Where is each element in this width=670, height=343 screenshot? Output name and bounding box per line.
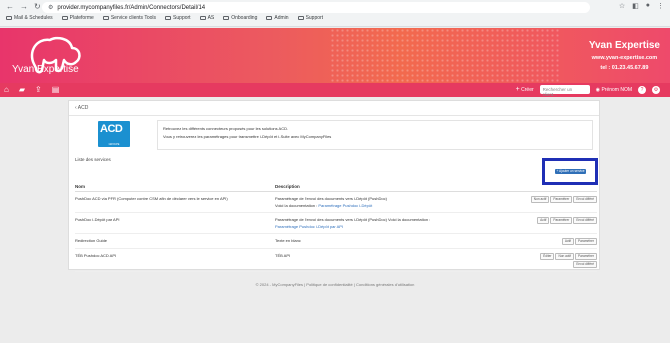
chevron-left-icon[interactable]: ‹ — [75, 105, 77, 111]
configure-button[interactable]: Paramétrer — [575, 253, 597, 260]
toggle-active-button[interactable]: Actif — [561, 238, 575, 245]
bookmark-item[interactable]: Support — [297, 15, 323, 21]
deferred-send-button[interactable]: Envoi différé — [573, 196, 597, 203]
profile-icon[interactable]: ● — [646, 2, 650, 10]
service-description: Paramétrage de l'envoi des documents ver… — [275, 191, 505, 213]
folder-icon — [199, 16, 206, 20]
intro-line: Vous y retrouverez les paramétrages pour… — [163, 134, 332, 139]
add-service-button[interactable]: + Ajouter un service — [555, 169, 586, 174]
folder-icon — [165, 16, 172, 20]
service-description: Texte en blanc — [275, 233, 505, 249]
configure-button[interactable]: Paramétrer — [550, 217, 573, 224]
contact-block: Yvan Expertise www.yvan-expertise.com te… — [589, 40, 660, 71]
toggle-active-button[interactable]: Actif — [537, 217, 550, 224]
configure-button[interactable]: Paramétrer — [575, 238, 597, 245]
connector-intro: Retrouvez les différents connecteurs pro… — [157, 120, 593, 150]
url-text: provider.mycompanyfiles.fr/Admin/Connect… — [57, 4, 206, 11]
service-name: PushDoc ACD via PFR (Computer contre CSM… — [75, 191, 275, 213]
header-banner: Yvan Expertise Yvan Expertise www.yvan-e… — [0, 28, 670, 83]
user-icon: ◉ — [595, 86, 601, 93]
plus-icon: + — [515, 86, 520, 93]
bookmark-item[interactable]: Support — [165, 15, 191, 21]
service-actions: Éditer Non actif Paramétrer Envoi différé — [505, 248, 597, 272]
service-name: TÉB Pushdoc ACD API — [75, 248, 275, 272]
create-button[interactable]: + Créer — [516, 86, 534, 93]
folder-icon[interactable]: ▰ — [19, 85, 25, 94]
service-actions: Actif Paramétrer Envoi différé — [505, 212, 597, 234]
client-search-input[interactable]: Rechercher un client... — [539, 85, 590, 97]
deferred-send-button[interactable]: Envoi différé — [573, 217, 597, 224]
folder-icon — [61, 16, 68, 20]
toggle-active-button[interactable]: Non actif — [555, 253, 575, 260]
services-list-label: Liste des services — [75, 157, 111, 162]
documentation-link[interactable]: Paramétrage Pushdoc i-Dépôt — [318, 203, 372, 208]
configure-button[interactable]: Paramétrer — [550, 196, 573, 203]
browser-nav: ← → ↻ — [6, 2, 41, 11]
page-footer: © 2024 - MyCompanyFiles | Politique de c… — [255, 282, 415, 287]
contact-name: Yvan Expertise — [588, 40, 660, 51]
star-icon[interactable]: ☆ — [619, 2, 625, 10]
bookmark-item[interactable]: Service clients Tools — [102, 15, 156, 21]
service-actions: Non actif Paramétrer Envoi différé — [505, 191, 597, 213]
home-icon[interactable]: ⌂ — [4, 85, 9, 94]
table-header-row: Nom Description — [75, 182, 597, 192]
column-header-description: Description — [275, 182, 505, 192]
service-name: Redirection Guide — [75, 233, 275, 249]
clipboard-icon[interactable]: ▤ — [52, 85, 60, 94]
bookmark-item[interactable]: Onboarding — [223, 15, 257, 21]
edit-button[interactable]: Éditer — [540, 253, 555, 260]
service-name: PushDoc i-Dépôt par API — [75, 212, 275, 234]
browser-actions: ☆ ◧ ● ⋮ — [619, 2, 664, 10]
app-toolbar: ⌂ ▰ ⇪ ▤ + Créer Rechercher un client... … — [0, 83, 670, 97]
documentation-link[interactable]: Paramétrage Pushdoc i-Dépôt par API — [275, 223, 505, 230]
table-row: PushDoc ACD via PFR (Computer contre CSM… — [75, 191, 597, 213]
connector-detail-card: ‹ ACD ACD GROUPE Retrouvez les différent… — [68, 100, 600, 272]
back-icon[interactable]: ← — [6, 2, 14, 11]
forward-icon[interactable]: → — [20, 2, 28, 11]
folder-icon — [297, 16, 304, 20]
table-row: PushDoc i-Dépôt par API Paramétrage de l… — [75, 212, 597, 234]
folder-icon — [6, 16, 12, 20]
folder-icon — [223, 16, 230, 20]
toggle-active-button[interactable]: Non actif — [530, 196, 550, 203]
intro-line: Retrouvez les différents connecteurs pro… — [163, 126, 289, 131]
service-actions: Actif Paramétrer — [505, 233, 597, 249]
user-menu[interactable]: ◉ Prénom NOM — [596, 87, 632, 93]
highlight-frame: + Ajouter un service — [542, 158, 598, 185]
bookmark-item[interactable]: Plateforme — [61, 15, 94, 21]
extensions-icon[interactable]: ◧ — [632, 2, 639, 10]
address-bar[interactable]: ⚙ provider.mycompanyfiles.fr/Admin/Conne… — [42, 2, 590, 13]
services-table: Nom Description PushDoc ACD via PFR (Com… — [75, 182, 597, 272]
toolbar-nav: ⌂ ▰ ⇪ ▤ — [4, 85, 59, 94]
contact-website: www.yvan-expertise.com — [591, 55, 658, 61]
bookmark-item[interactable]: Mail & Schedules — [6, 15, 53, 21]
reload-icon[interactable]: ↻ — [34, 2, 41, 11]
bookmark-item[interactable]: Admin — [266, 15, 289, 21]
settings-icon[interactable]: ⚙ — [652, 85, 660, 94]
upload-icon[interactable]: ⇪ — [35, 85, 42, 94]
bookmarks-bar: Mail & Schedules Plateforme Service clie… — [6, 15, 323, 21]
banner-pattern — [330, 28, 560, 83]
brand-name: Yvan Expertise — [12, 64, 79, 75]
table-row: TÉB Pushdoc ACD API TÉB API Éditer Non ac… — [75, 248, 597, 272]
site-info-icon[interactable]: ⚙ — [48, 4, 53, 11]
service-description: Paramétrage de l'envoi des documents ver… — [275, 212, 505, 234]
column-header-name: Nom — [75, 182, 275, 192]
bookmark-item[interactable]: AS — [199, 15, 214, 21]
service-description: TÉB API — [275, 248, 505, 272]
deferred-send-button[interactable]: Envoi différé — [573, 261, 597, 268]
breadcrumb: ‹ ACD — [75, 105, 89, 111]
help-icon[interactable]: ? — [638, 85, 646, 94]
acd-logo: ACD GROUPE — [98, 121, 130, 147]
browser-chrome: ← → ↻ ⚙ provider.mycompanyfiles.fr/Admin… — [0, 0, 670, 27]
folder-icon — [266, 16, 273, 20]
contact-phone: tel : 01.23.45.67.89 — [600, 65, 649, 71]
table-row: Redirection Guide Texte en blanc Actif Pa… — [75, 233, 597, 249]
divider — [69, 115, 599, 116]
toolbar-actions: + Créer Rechercher un client... ◉ Prénom… — [516, 85, 660, 97]
column-header-actions — [505, 182, 597, 192]
folder-icon — [102, 16, 109, 20]
menu-icon[interactable]: ⋮ — [657, 2, 664, 10]
